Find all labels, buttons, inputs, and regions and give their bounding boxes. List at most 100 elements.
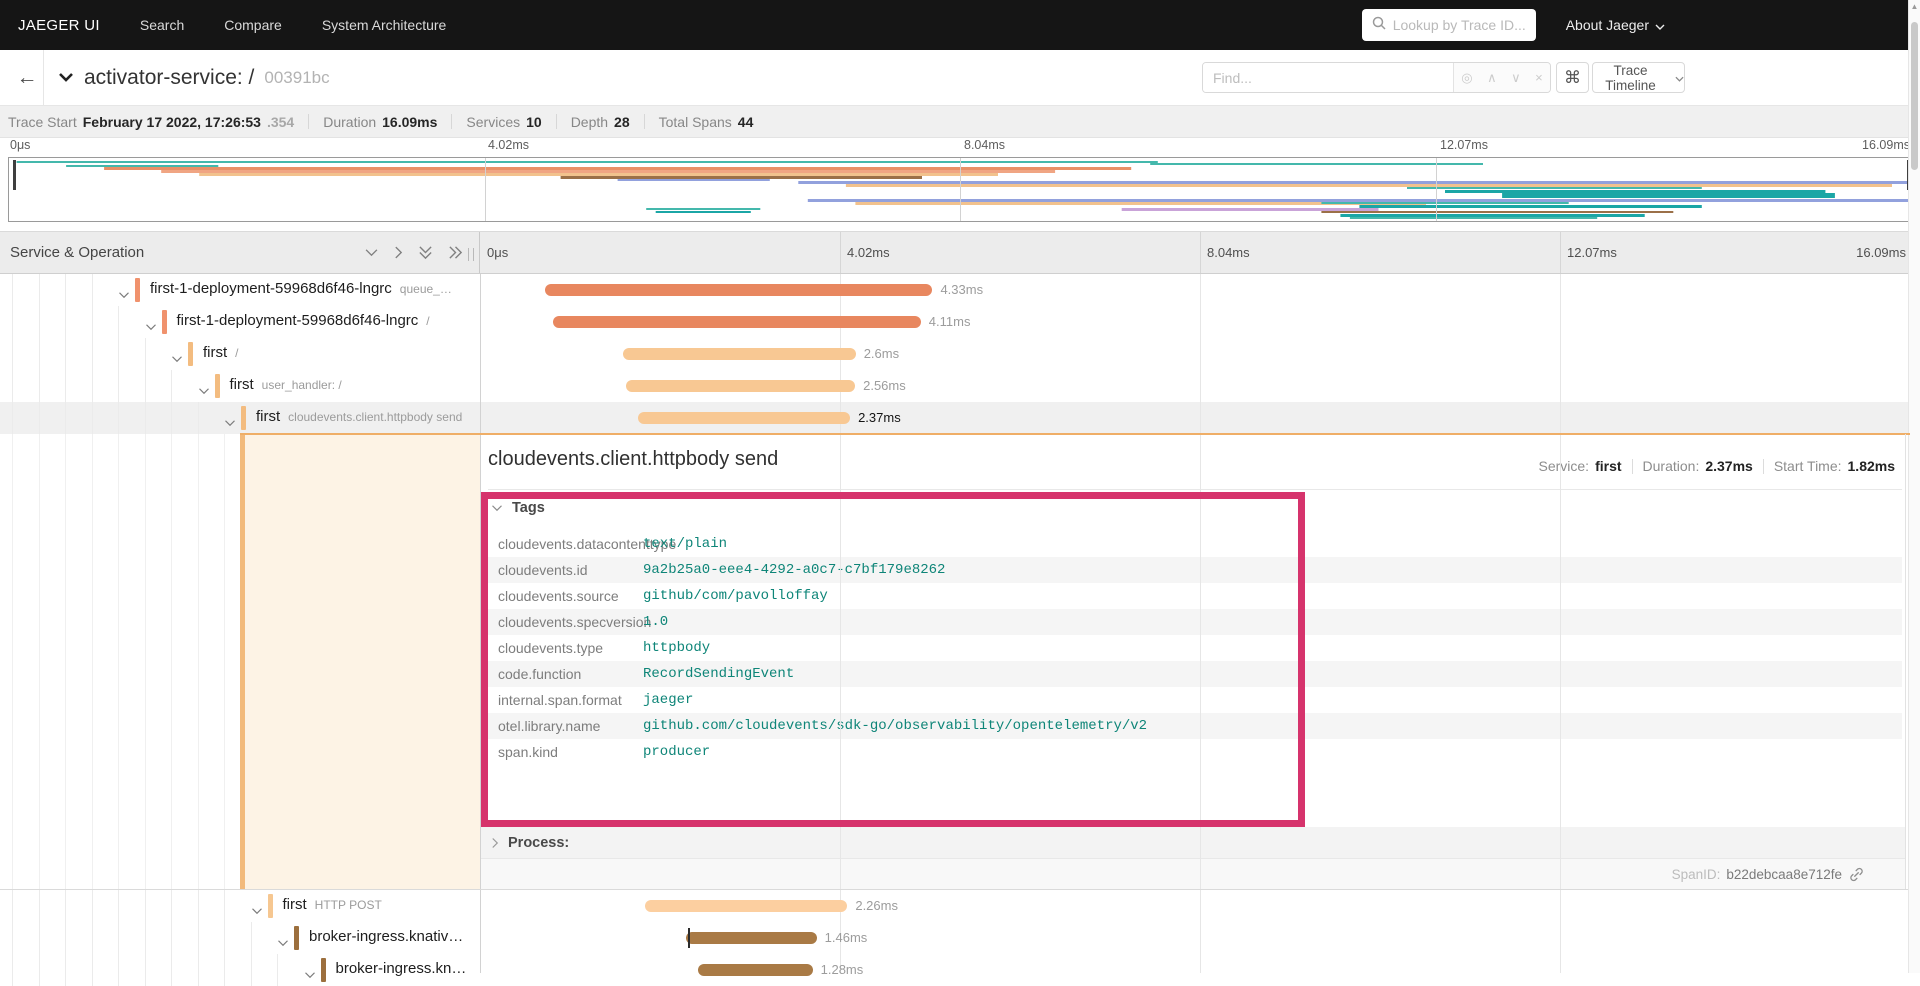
timeline-table-header: Service & Operation 0μs 4.02ms 8.04ms 12… [0,231,1920,274]
jaeger-logo[interactable]: JAEGER UI [18,17,100,34]
span-service-name[interactable]: broker-ingress.kn… [336,960,467,977]
trace-id: 00391bc [264,68,330,87]
scrollbar[interactable]: ▲ [1908,0,1920,973]
nav-item-compare[interactable]: Compare [224,17,282,33]
collapse-one-icon[interactable] [364,248,379,257]
prev-match-icon[interactable]: ∧ [1487,70,1497,86]
tree-indent-guide [171,922,172,954]
tree-indent-guide [91,954,93,986]
tree-indent-guide [65,434,66,890]
column-resize-handle[interactable] [468,248,474,261]
tree-indent-guide [277,954,278,986]
tree-indent-guide [118,434,119,890]
ruler-tick: 8.04ms [964,138,1005,152]
span-service-name[interactable]: first-1-deployment-59968d6f46-lngrc / [177,312,430,329]
collapse-all-icon[interactable] [418,245,433,260]
back-button[interactable]: ← [12,64,42,92]
detail-right-border [1905,434,1906,890]
nav-item-search[interactable]: Search [140,17,184,33]
span-duration-bar[interactable] [637,412,851,424]
span-service-name[interactable]: first-1-deployment-59968d6f46-lngrc queue… [150,280,452,297]
tree-indent-guide [65,402,66,434]
column-tick: 0μs [487,245,509,260]
ruler-tick: 12.07ms [1440,138,1488,152]
span-service-name[interactable]: first / [203,344,239,361]
span-duration-bar[interactable] [553,316,921,328]
trace-lookup-box[interactable]: Lookup by Trace ID... [1361,9,1536,41]
span-collapse-chevron[interactable] [277,934,289,952]
tree-indent-guide [38,306,40,338]
span-service-name[interactable]: first user_handler: / [230,376,342,393]
span-row[interactable]: first HTTP POST 2.26ms [0,890,1908,922]
minimap-span-segment [1349,217,1598,219]
trace-view-select[interactable]: Trace Timeline [1592,62,1685,93]
span-self-time-marker [688,928,691,948]
span-duration-bar[interactable] [698,964,813,976]
ruler-tick: 0μs [10,138,31,152]
span-service-name[interactable]: broker-ingress.knativ… [309,928,463,945]
tree-indent-guide [118,890,119,922]
span-row[interactable]: first-1-deployment-59968d6f46-lngrc/4.11… [0,306,1908,338]
tree-indent-guide [144,370,146,402]
span-row[interactable]: broker-ingress.knativ… 1.46ms [0,922,1908,954]
tree-indent-guide [144,338,146,370]
about-jaeger-menu[interactable]: About Jaeger [1566,17,1665,33]
trace-span-minimap[interactable] [8,157,1912,222]
scrollbar-up-arrow[interactable]: ▲ [1909,2,1920,11]
span-collapse-chevron[interactable] [304,966,316,984]
span-row[interactable]: first cloudevents.client.httpbody send 2.3… [0,402,1908,434]
span-detail-name-column [0,434,480,890]
minimap-span-segment [66,165,219,167]
minimap-span-segment [617,179,770,181]
span-row[interactable]: first user_handler: / 2.56ms [0,370,1908,402]
span-row[interactable]: first-1-deployment-59968d6f46-lngrc queue… [0,274,1908,306]
tree-indent-guide [91,306,93,338]
next-match-icon[interactable]: ∨ [1511,70,1521,86]
tree-indent-guide [12,922,13,954]
span-service-name[interactable]: first cloudevents.client.httpbody send [256,408,462,425]
span-service-name[interactable]: first HTTP POST [283,896,382,913]
span-detail-indent-fill [245,434,480,890]
minimap-span-segment [199,173,998,176]
span-collapse-chevron[interactable] [251,902,263,920]
tree-indent-guide [65,922,66,954]
find-input[interactable] [1203,63,1453,92]
nav-item-system-architecture[interactable]: System Architecture [322,17,447,33]
expand-one-icon[interactable] [394,245,403,260]
column-tick: 4.02ms [847,245,890,260]
span-collapse-chevron[interactable] [171,350,183,368]
expand-all-icon[interactable] [448,245,463,260]
span-row[interactable]: broker-ingress.kn… 1.28ms [0,954,1908,986]
span-operation-name: user_handler: / [261,378,342,392]
span-duration-bar[interactable] [645,900,848,912]
tree-indent-guide [171,402,172,434]
tree-indent-guide [171,434,172,890]
meta-label: Duration [323,113,377,130]
meta-value: 44 [737,113,754,130]
span-duration-bar[interactable] [626,380,856,392]
span-name-cell: first-1-deployment-59968d6f46-lngrc queue… [0,274,479,306]
span-name-cell: first HTTP POST [0,890,479,922]
span-collapse-chevron[interactable] [118,286,130,304]
trace-title-toggle[interactable]: activator-service: / 00391bc [58,50,330,106]
span-collapse-chevron[interactable] [198,382,210,400]
chevron-down-icon [58,69,74,87]
span-detail-panel [0,433,1910,890]
match-target-icon[interactable]: ◎ [1461,70,1472,86]
tree-indent-guide [38,890,40,922]
clear-find-icon[interactable]: × [1535,70,1543,85]
trace-title: activator-service: / [84,66,255,89]
minimap-left-scrubber[interactable] [13,160,16,190]
span-duration-bar[interactable] [544,284,933,296]
tree-indent-guide [118,922,119,954]
keyboard-shortcuts-button[interactable]: ⌘ [1556,62,1589,93]
span-duration-bar[interactable] [622,348,856,360]
scrollbar-thumb[interactable] [1911,22,1918,170]
span-collapse-chevron[interactable] [224,414,236,432]
span-color-bar [188,342,193,366]
tree-indent-guide [12,890,13,922]
minimap-span-segment [1121,208,1379,211]
span-duration-bar[interactable] [686,932,817,944]
span-row[interactable]: first/2.6ms [0,338,1908,370]
span-collapse-chevron[interactable] [145,318,157,336]
